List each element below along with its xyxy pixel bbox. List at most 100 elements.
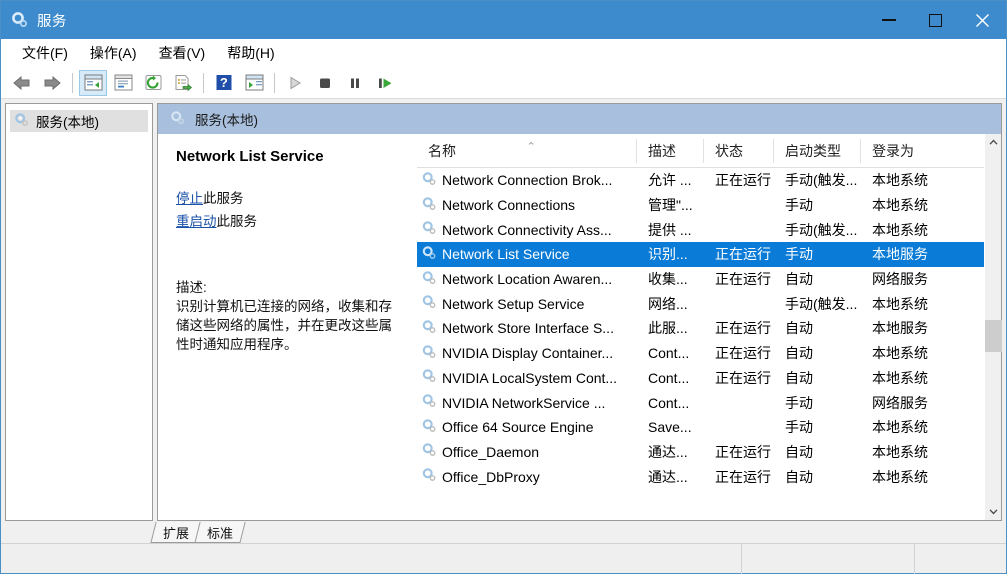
list-header-row: 名称描述状态启动类型登录为 (417, 134, 984, 168)
table-row[interactable]: Network List Service识别...正在运行手动本地服务 (417, 242, 984, 267)
stop-icon[interactable] (311, 70, 339, 96)
refresh-icon[interactable] (139, 70, 167, 96)
cell-logon-as: 网络服务 (861, 393, 941, 413)
cell-description: 提供 ... (637, 220, 704, 240)
list-vertical-scrollbar[interactable] (984, 134, 1001, 520)
cell-text: Save... (648, 419, 692, 435)
cell-startup-type: 自动 (774, 343, 861, 363)
console-tree-pane: 服务(本地) (5, 103, 153, 521)
cell-name: Network Connectivity Ass... (417, 220, 637, 239)
table-row[interactable]: Office_Daemon通达...正在运行自动本地系统 (417, 440, 984, 465)
table-row[interactable]: Network Connectivity Ass...提供 ...手动(触发..… (417, 217, 984, 242)
stop-service-link[interactable]: 停止此服务 (176, 187, 402, 207)
cell-text: 正在运行 (715, 368, 771, 388)
table-row[interactable]: Office 64 Source EngineSave...手动本地系统 (417, 415, 984, 440)
column-startup-type[interactable]: 启动类型 (774, 139, 861, 163)
table-row[interactable]: NVIDIA NetworkService ...Cont...手动网络服务 (417, 390, 984, 415)
restart-service-link[interactable]: 重启动此服务 (176, 210, 402, 230)
close-button[interactable] (958, 1, 1006, 39)
chevron-up-icon[interactable] (985, 134, 1002, 151)
table-row[interactable]: Network Store Interface S...此服...正在运行自动本… (417, 316, 984, 341)
action-pane-icon[interactable] (240, 70, 268, 96)
cell-startup-type: 自动 (774, 269, 861, 289)
description-body: 识别计算机已连接的网络，收集和存储这些网络的属性，并在更改这些属性时通知应用程序… (176, 297, 402, 354)
cell-logon-as: 本地系统 (861, 442, 941, 462)
cell-text: 本地系统 (872, 195, 928, 215)
cell-text: 本地系统 (872, 294, 928, 314)
table-row[interactable]: Network Location Awaren...收集...正在运行自动网络服… (417, 267, 984, 292)
cell-text: 本地系统 (872, 467, 928, 487)
tree-node-services-local[interactable]: 服务(本地) (10, 110, 148, 132)
column-description[interactable]: 描述 (637, 139, 704, 163)
table-row[interactable]: Office_DbProxy通达...正在运行自动本地系统 (417, 464, 984, 489)
column-status[interactable]: 状态 (704, 139, 774, 163)
console-tree-icon[interactable] (79, 70, 107, 96)
cell-logon-as: 本地服务 (861, 244, 941, 264)
service-gear-icon (421, 344, 438, 363)
cell-status: 正在运行 (704, 368, 774, 388)
properties-icon[interactable] (109, 70, 137, 96)
pause-icon[interactable] (341, 70, 369, 96)
table-row[interactable]: NVIDIA Display Container...Cont...正在运行自动… (417, 341, 984, 366)
minimize-button[interactable] (866, 1, 912, 39)
description-label: 描述: (176, 276, 402, 296)
restart-icon[interactable] (371, 70, 399, 96)
export-list-icon[interactable] (169, 70, 197, 96)
scrollbar-track[interactable] (985, 151, 1002, 503)
service-gear-icon (421, 442, 438, 461)
status-cell-1 (1, 544, 741, 574)
view-tab-strip: 扩展 标准 (1, 521, 1006, 543)
cell-text: 网络服务 (872, 269, 928, 289)
cell-text: 手动(触发... (785, 294, 857, 314)
column-logon-as[interactable]: 登录为 (861, 139, 941, 163)
cell-text: NVIDIA LocalSystem Cont... (442, 370, 617, 386)
cell-text: 收集... (648, 269, 688, 289)
cell-logon-as: 网络服务 (861, 269, 941, 289)
menu-file[interactable]: 文件(F) (11, 40, 79, 66)
status-cell-3 (914, 544, 1006, 574)
service-gear-icon (421, 393, 438, 412)
service-gear-icon (421, 171, 438, 190)
table-row[interactable]: NVIDIA LocalSystem Cont...Cont...正在运行自动本… (417, 366, 984, 391)
cell-text: 正在运行 (715, 442, 771, 462)
pane-header: 服务(本地) (158, 104, 1001, 134)
table-row[interactable]: Network Setup Service网络...手动(触发...本地系统 (417, 291, 984, 316)
cell-text: 正在运行 (715, 170, 771, 190)
cell-text: 网络服务 (872, 393, 928, 413)
cell-logon-as: 本地系统 (861, 195, 941, 215)
cell-description: 网络... (637, 294, 704, 314)
menu-action[interactable]: 操作(A) (79, 40, 148, 66)
service-gear-icon (421, 319, 438, 338)
service-gear-icon (421, 418, 438, 437)
column-name[interactable]: 名称 (417, 139, 637, 163)
cell-text: 正在运行 (715, 318, 771, 338)
cell-text: 手动 (785, 195, 813, 215)
play-icon[interactable] (281, 70, 309, 96)
back-button[interactable] (8, 70, 36, 96)
cell-startup-type: 手动(触发... (774, 170, 861, 190)
forward-button[interactable] (38, 70, 66, 96)
cell-logon-as: 本地系统 (861, 220, 941, 240)
scrollbar-thumb[interactable] (985, 320, 1002, 352)
help-question-icon[interactable]: ? (210, 70, 238, 96)
menu-view[interactable]: 查看(V) (148, 40, 217, 66)
cell-text: Network Store Interface S... (442, 320, 614, 336)
cell-text: 网络... (648, 294, 688, 314)
cell-text: 本地系统 (872, 170, 928, 190)
cell-startup-type: 手动 (774, 417, 861, 437)
services-gear-icon (14, 112, 30, 131)
cell-text: Network Connectivity Ass... (442, 222, 612, 238)
cell-text: 此服... (648, 318, 688, 338)
cell-text: 正在运行 (715, 269, 771, 289)
table-row[interactable]: Network Connection Brok...允许 ...正在运行手动(触… (417, 168, 984, 193)
cell-description: 收集... (637, 269, 704, 289)
table-row[interactable]: Network Connections管理"...手动本地系统 (417, 193, 984, 218)
cell-text: NVIDIA NetworkService ... (442, 395, 605, 411)
cell-text: 通达... (648, 442, 688, 462)
chevron-down-icon[interactable] (985, 503, 1002, 520)
menu-help[interactable]: 帮助(H) (216, 40, 285, 66)
tab-standard[interactable]: 标准 (194, 522, 245, 543)
cell-name: Network Connection Brok... (417, 171, 637, 190)
cell-logon-as: 本地系统 (861, 170, 941, 190)
maximize-button[interactable] (912, 1, 958, 39)
